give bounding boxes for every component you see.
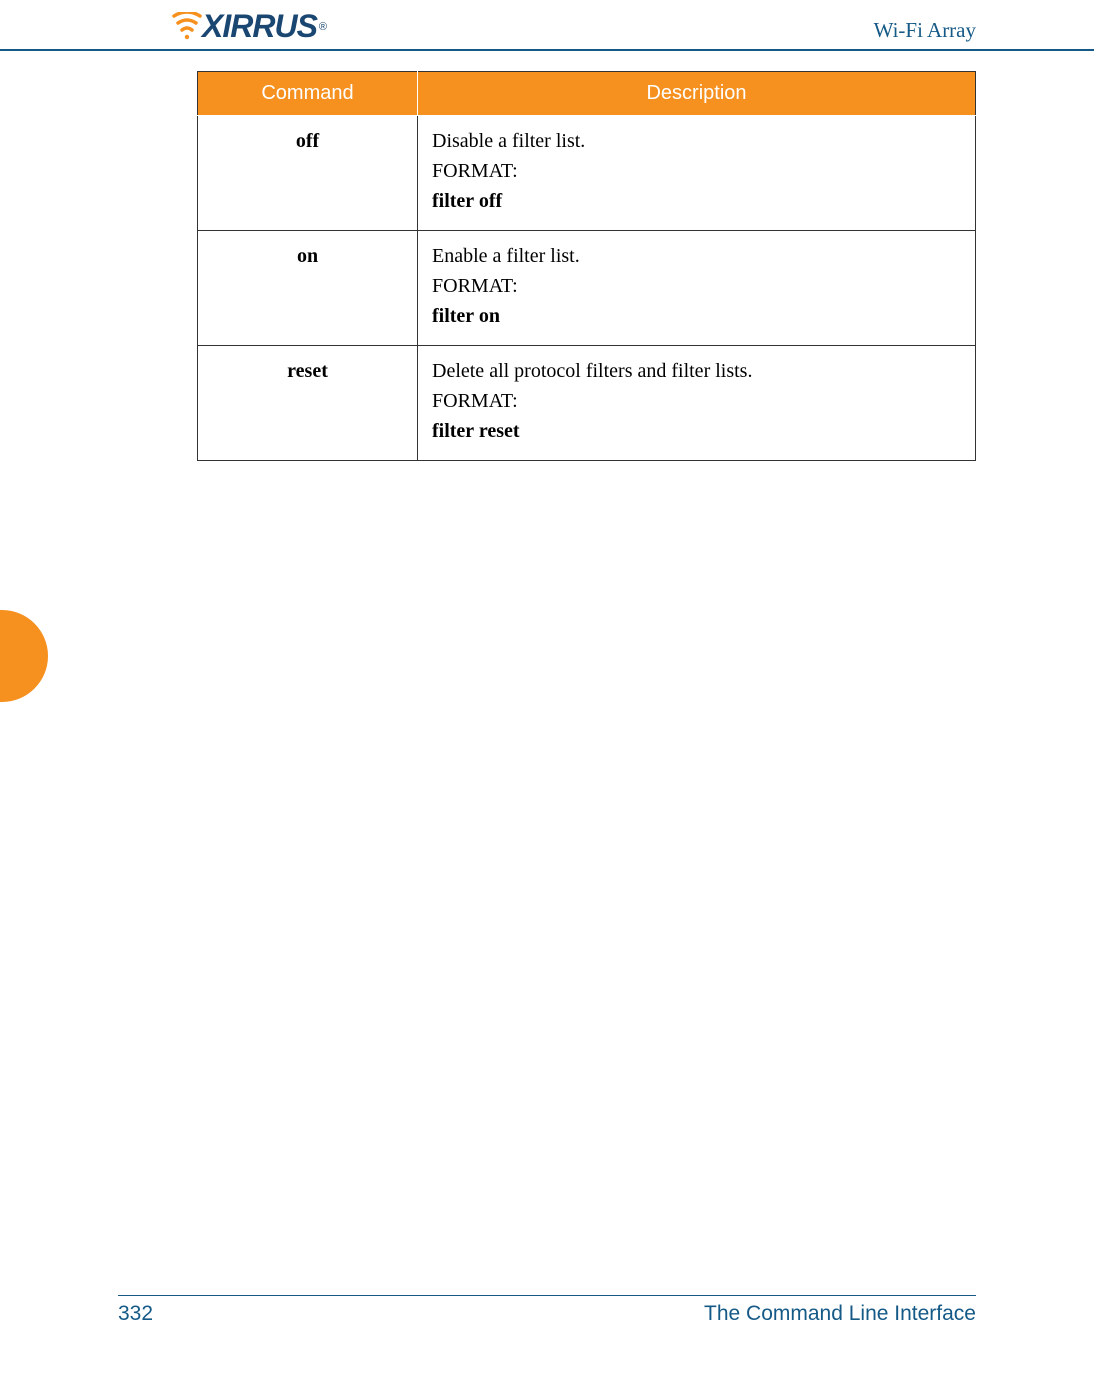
description-text: Delete all protocol filters and filter l… bbox=[432, 356, 961, 386]
format-value: filter off bbox=[432, 186, 961, 216]
command-cell: reset bbox=[198, 346, 418, 461]
command-table: Command Description off Disable a filter… bbox=[197, 71, 976, 461]
document-title: Wi-Fi Array bbox=[874, 18, 976, 45]
command-cell: on bbox=[198, 231, 418, 346]
col-header-command: Command bbox=[198, 72, 418, 116]
command-cell: off bbox=[198, 116, 418, 231]
col-header-description: Description bbox=[418, 72, 976, 116]
table-row: off Disable a filter list. FORMAT: filte… bbox=[198, 116, 976, 231]
content-area: Command Description off Disable a filter… bbox=[0, 51, 1094, 461]
page-number: 332 bbox=[118, 1302, 153, 1326]
format-value: filter reset bbox=[432, 416, 961, 446]
registered-mark: ® bbox=[319, 21, 326, 33]
format-value: filter on bbox=[432, 301, 961, 331]
page-header: XIRRUS® Wi-Fi Array bbox=[0, 0, 1094, 51]
description-cell: Delete all protocol filters and filter l… bbox=[418, 346, 976, 461]
brand-name: XIRRUS bbox=[202, 8, 317, 45]
format-label: FORMAT: bbox=[432, 386, 961, 416]
description-text: Enable a filter list. bbox=[432, 241, 961, 271]
table-header-row: Command Description bbox=[198, 72, 976, 116]
format-label: FORMAT: bbox=[432, 271, 961, 301]
section-title: The Command Line Interface bbox=[704, 1302, 976, 1326]
table-row: reset Delete all protocol filters and fi… bbox=[198, 346, 976, 461]
description-text: Disable a filter list. bbox=[432, 126, 961, 156]
wifi-icon bbox=[170, 12, 204, 42]
table-row: on Enable a filter list. FORMAT: filter … bbox=[198, 231, 976, 346]
thumb-tab-marker bbox=[0, 610, 48, 702]
description-cell: Enable a filter list. FORMAT: filter on bbox=[418, 231, 976, 346]
description-cell: Disable a filter list. FORMAT: filter of… bbox=[418, 116, 976, 231]
format-label: FORMAT: bbox=[432, 156, 961, 186]
page-footer: 332 The Command Line Interface bbox=[118, 1295, 976, 1326]
brand-logo: XIRRUS® bbox=[170, 8, 326, 45]
